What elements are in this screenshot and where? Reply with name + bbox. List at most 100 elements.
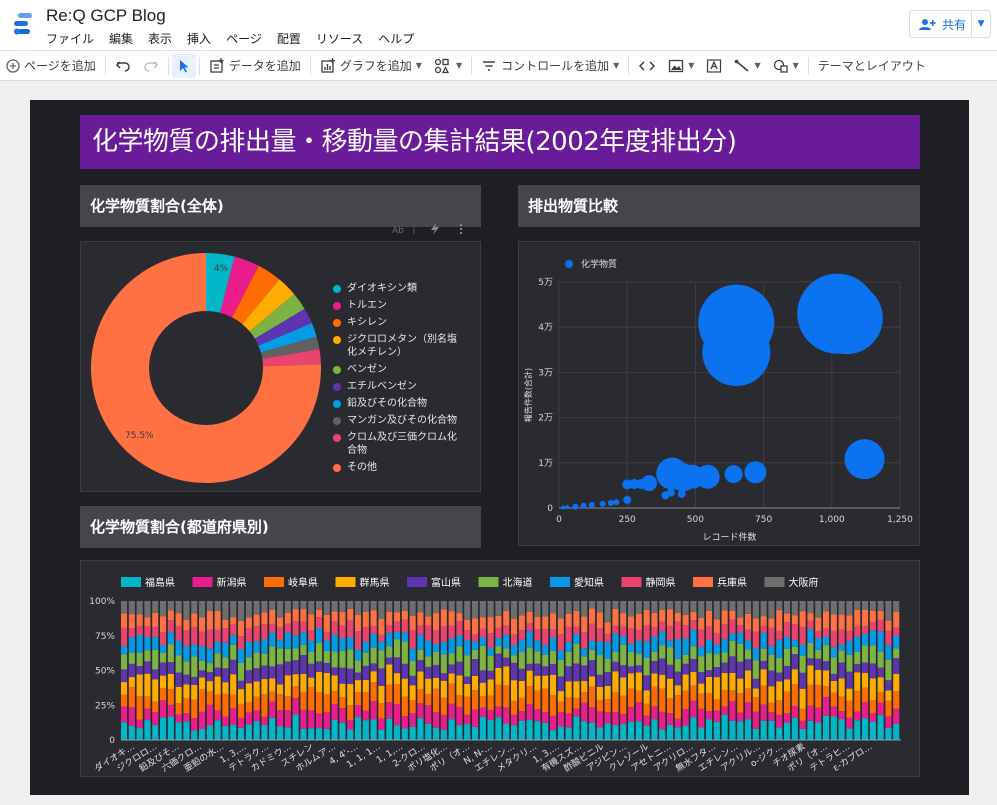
bar-segment[interactable] [784, 713, 791, 723]
bar-segment[interactable] [534, 616, 541, 630]
bubble-point[interactable] [572, 503, 579, 510]
add-control-button[interactable]: コントロールを追加 ▼ [475, 51, 625, 80]
bar-segment[interactable] [737, 661, 744, 679]
bar-segment[interactable] [448, 703, 455, 720]
bar-segment[interactable] [659, 601, 666, 610]
bar-segment[interactable] [456, 694, 463, 707]
bar-segment[interactable] [721, 601, 728, 611]
stacked-bar-chart[interactable]: 福島県 新潟県 岐阜県 群馬県 富山県 北海道 愛知県 静岡県 兵庫県 大阪府 0 25% 50% 75%… [81, 561, 919, 776]
bar-segment[interactable] [456, 646, 463, 662]
bar-segment[interactable] [362, 641, 369, 653]
bar-segment[interactable] [238, 620, 245, 637]
bar-segment[interactable] [534, 709, 541, 722]
bar-segment[interactable] [292, 635, 299, 649]
bar-segment[interactable] [331, 704, 338, 720]
bar-segment[interactable] [518, 601, 525, 616]
bar-segment[interactable] [495, 638, 502, 647]
bar-segment[interactable] [526, 630, 533, 648]
bar-segment[interactable] [386, 611, 393, 626]
bar-segment[interactable] [620, 677, 627, 696]
bar-segment[interactable] [729, 633, 736, 641]
bar-segment[interactable] [885, 690, 892, 701]
bar-segment[interactable] [713, 699, 720, 711]
bar-segment[interactable] [191, 730, 198, 740]
bar-segment[interactable] [323, 614, 330, 632]
bar-segment[interactable] [784, 622, 791, 637]
bar-segment[interactable] [589, 601, 596, 609]
bar-segment[interactable] [355, 705, 362, 718]
bar-segment[interactable] [206, 725, 213, 740]
bar-segment[interactable] [823, 696, 830, 716]
legend-item[interactable]: キシレン [333, 316, 461, 329]
bar-segment[interactable] [698, 617, 705, 630]
bar-segment[interactable] [503, 723, 510, 740]
bar-segment[interactable] [768, 654, 775, 671]
bar-segment[interactable] [503, 601, 510, 611]
bar-segment[interactable] [581, 692, 588, 703]
bar-segment[interactable] [635, 672, 642, 691]
bar-segment[interactable] [667, 640, 674, 648]
bar-segment[interactable] [612, 608, 619, 626]
bar-segment[interactable] [487, 670, 494, 680]
bar-segment[interactable] [152, 627, 159, 638]
bar-segment[interactable] [565, 713, 572, 728]
bar-segment[interactable] [448, 625, 455, 639]
bar-segment[interactable] [409, 629, 416, 649]
bar-segment[interactable] [682, 654, 689, 664]
bar-segment[interactable] [760, 685, 767, 705]
bar-segment[interactable] [830, 680, 837, 693]
bar-segment[interactable] [253, 710, 260, 722]
bar-segment[interactable] [667, 647, 674, 665]
bar-segment[interactable] [760, 720, 767, 740]
bar-segment[interactable] [277, 601, 284, 618]
bar-segment[interactable] [136, 652, 143, 667]
bar-segment[interactable] [245, 724, 252, 740]
bar-segment[interactable] [862, 702, 869, 719]
image-button[interactable]: ▼ [662, 51, 700, 80]
bar-segment[interactable] [893, 635, 900, 649]
bar-segment[interactable] [518, 668, 525, 681]
bar-segment[interactable] [737, 721, 744, 740]
bar-segment[interactable] [355, 649, 362, 661]
bar-segment[interactable] [784, 613, 791, 623]
bar-segment[interactable] [752, 601, 759, 619]
bar-segment[interactable] [378, 618, 385, 635]
bar-segment[interactable] [284, 661, 291, 676]
bar-segment[interactable] [206, 704, 213, 726]
bar-segment[interactable] [838, 719, 845, 740]
bar-segment[interactable] [557, 633, 564, 651]
bar-segment[interactable] [300, 644, 307, 655]
bar-segment[interactable] [128, 601, 135, 615]
bar-segment[interactable] [355, 691, 362, 706]
bar-segment[interactable] [300, 601, 307, 610]
bar-segment[interactable] [698, 656, 705, 672]
bar-segment[interactable] [518, 652, 525, 669]
legend-label[interactable]: 岐阜県 [288, 576, 318, 589]
bar-segment[interactable] [183, 601, 190, 620]
bar-segment[interactable] [768, 720, 775, 740]
bar-segment[interactable] [573, 643, 580, 664]
bar-segment[interactable] [776, 610, 783, 631]
bar-segment[interactable] [269, 678, 276, 692]
bar-segment[interactable] [175, 640, 182, 656]
bar-segment[interactable] [409, 675, 416, 686]
bar-segment[interactable] [698, 646, 705, 657]
bar-segment[interactable] [823, 670, 830, 687]
bar-segment[interactable] [284, 727, 291, 740]
bar-segment[interactable] [557, 726, 564, 740]
bar-segment[interactable] [838, 696, 845, 712]
bar-segment[interactable] [674, 671, 681, 686]
bar-segment[interactable] [230, 644, 237, 660]
bar-segment[interactable] [620, 626, 627, 636]
bar-segment[interactable] [877, 667, 884, 678]
bar-segment[interactable] [635, 640, 642, 654]
bar-segment[interactable] [713, 677, 720, 700]
bar-segment[interactable] [760, 616, 767, 627]
bar-segment[interactable] [191, 676, 198, 686]
menu-edit[interactable]: 編集 [109, 30, 133, 47]
bar-segment[interactable] [815, 638, 822, 650]
bar-segment[interactable] [706, 653, 713, 671]
bar-segment[interactable] [409, 712, 416, 727]
legend-label[interactable]: 兵庫県 [717, 576, 747, 589]
bar-segment[interactable] [214, 641, 221, 654]
